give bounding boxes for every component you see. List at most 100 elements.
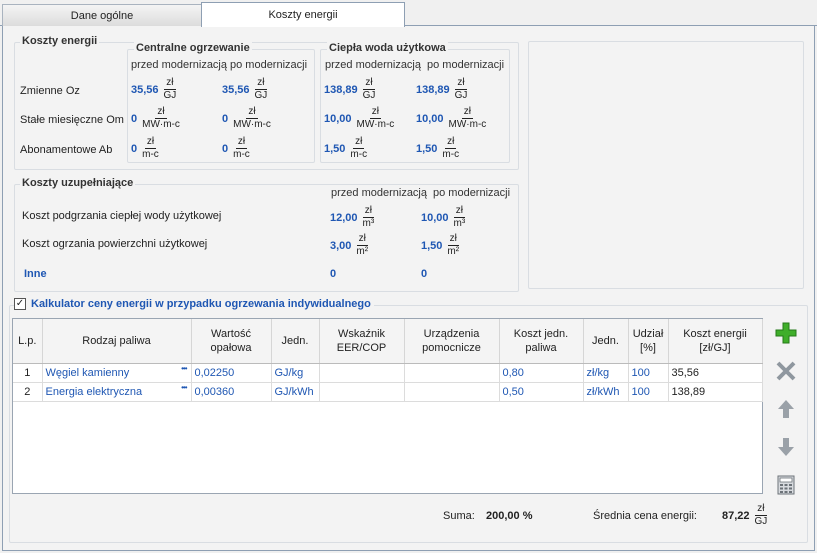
fuel-name: Energia elektryczna — [45, 385, 143, 398]
grid-cell-lp[interactable]: 1 — [13, 363, 43, 383]
grid-column-header[interactable]: Koszt jedn. paliwa — [499, 319, 584, 364]
grid-column-header[interactable]: Koszt energii [zł/GJ] — [668, 319, 763, 364]
cwu-przed-value[interactable]: 10,00 zł MW·m-c — [324, 107, 396, 130]
fuel-grid[interactable]: L.p. Rodzaj paliwa Wartość opałowa Jedn. Wsk… — [12, 318, 763, 494]
grid-cell-energia[interactable]: 138,89 — [668, 382, 763, 402]
cwu-po-value[interactable]: 1,50 zł m-c — [416, 137, 461, 160]
grid-column-header[interactable]: Wartość opałowa — [191, 319, 272, 364]
grid-cell-rodzaj[interactable]: Energia elektryczna ••• — [42, 382, 192, 402]
grid-cell-lp[interactable]: 2 — [13, 382, 43, 402]
unit-num: zł — [362, 205, 374, 218]
suma-value: 200,00 % — [486, 510, 533, 522]
unit-fraction: zł GJ — [453, 78, 470, 101]
tab-koszty-energii[interactable]: Koszty energii — [201, 2, 405, 27]
co-przed-header: przed modernizacją — [131, 59, 227, 71]
tab-label: Koszty energii — [268, 9, 338, 21]
grid-cell-wartosc[interactable]: 0,02250 — [191, 363, 272, 383]
uzup-po-value[interactable]: 1,50 zł m² — [421, 234, 461, 257]
uzup-row-label: Koszt ogrzania powierzchni użytkowej — [22, 238, 208, 250]
suma-label: Suma: — [443, 510, 475, 522]
value-number: 0 — [131, 142, 138, 155]
co-przed-value[interactable]: 0 zł MW·m-c — [131, 107, 182, 130]
unit-den: m³ — [362, 218, 375, 229]
grid-row[interactable]: 1 Węgiel kamienny ••• 0,02250 GJ/kg 0,80 zł/kg… — [13, 363, 763, 383]
value-number: 138,89 — [416, 83, 450, 96]
co-po-value[interactable]: 35,56 zł GJ — [222, 78, 269, 101]
grid-cell-urz[interactable] — [404, 382, 500, 402]
grid-column-header[interactable]: Jedn. — [583, 319, 629, 364]
kalkulator-checkbox-label[interactable]: Kalkulator ceny energii w przypadku ogrz… — [31, 298, 371, 310]
arrow-down-icon[interactable] — [773, 434, 799, 460]
x-icon[interactable] — [773, 358, 799, 384]
co-po-value[interactable]: 0 zł MW·m-c — [222, 107, 273, 130]
grid-cell-jedn[interactable]: GJ/kWh — [271, 382, 320, 402]
cwu-po-value[interactable]: 138,89 zł GJ — [416, 78, 469, 101]
unit-fraction: zł MW·m-c — [355, 107, 397, 130]
uzup-przed-value[interactable]: 0 — [330, 268, 339, 280]
ellipsis-button[interactable]: ••• — [181, 383, 187, 392]
cwu-po-header: po modernizacji — [427, 59, 505, 71]
arrow-up-icon[interactable] — [773, 396, 799, 422]
fuel-name: Węgiel kamienny — [45, 366, 130, 379]
grid-cell-jedn[interactable]: GJ/kg — [271, 363, 320, 383]
grid-cell-udzial[interactable]: 100 — [628, 363, 669, 383]
grid-cell-jedn2[interactable]: zł/kg — [583, 363, 629, 383]
uzup-przed-value[interactable]: 12,00 zł m³ — [330, 206, 376, 229]
unit-den: GJ — [754, 516, 768, 527]
grid-cell-energia[interactable]: 35,56 — [668, 363, 763, 383]
grid-cell-koszt[interactable]: 0,50 — [499, 382, 584, 402]
value-number: 10,00 — [416, 112, 444, 125]
unit-fraction: zł m-c — [440, 137, 461, 160]
value-number: 0 — [330, 268, 337, 280]
grid-cell-eer[interactable] — [319, 382, 405, 402]
grid-column-header[interactable]: L.p. — [13, 319, 43, 364]
cwu-przed-value[interactable]: 1,50 zł m-c — [324, 137, 369, 160]
cwu-przed-value[interactable]: 138,89 zł GJ — [324, 78, 377, 101]
unit-num: zł — [369, 106, 382, 119]
unit-num: zł — [461, 106, 474, 119]
grid-cell-urz[interactable] — [404, 363, 500, 383]
uzup-po-value[interactable]: 10,00 zł m³ — [421, 206, 467, 229]
value-number: 35,56 — [222, 83, 250, 96]
grid-cell-udzial[interactable]: 100 — [628, 382, 669, 402]
srednia-value: 87,22 zł GJ — [722, 504, 769, 527]
value-number: 1,50 — [421, 239, 443, 252]
grid-cell-wartosc[interactable]: 0,00360 — [191, 382, 272, 402]
grid-column-header[interactable]: Jedn. — [271, 319, 320, 364]
unit-fraction: zł m³ — [361, 206, 377, 229]
grid-column-header[interactable]: Udział [%] — [628, 319, 669, 364]
value-number: 1,50 — [324, 142, 346, 155]
unit-den: m² — [447, 246, 460, 257]
grid-column-header[interactable]: Wskaźnik EER/COP — [319, 319, 405, 364]
uzup-przed-value[interactable]: 3,00 zł m² — [330, 234, 370, 257]
uzup-row-label: Koszt podgrzania ciepłej wody użytkowej — [22, 210, 222, 222]
co-po-value[interactable]: 0 zł m-c — [222, 137, 252, 160]
unit-fraction: zł m-c — [140, 137, 161, 160]
co-przed-value[interactable]: 35,56 zł GJ — [131, 78, 178, 101]
unit-den: GJ — [454, 90, 468, 101]
unit-fraction: zł MW·m-c — [231, 107, 273, 130]
plus-icon[interactable] — [773, 320, 799, 346]
tab-dane-ogolne[interactable]: Dane ogólne — [2, 4, 202, 26]
koszty-uzup-title: Koszty uzupełniające — [20, 177, 136, 189]
grid-row[interactable]: 2 Energia elektryczna ••• 0,00360 GJ/kWh 0,50… — [13, 382, 763, 402]
cwu-po-value[interactable]: 10,00 zł MW·m-c — [416, 107, 488, 130]
co-przed-value[interactable]: 0 zł m-c — [131, 137, 161, 160]
unit-fraction: zł m-c — [231, 137, 252, 160]
unit-num: zł — [353, 136, 365, 149]
ellipsis-button[interactable]: ••• — [181, 364, 187, 373]
grid-cell-rodzaj[interactable]: Węgiel kamienny ••• — [42, 363, 192, 383]
grid-column-header[interactable]: Urządzenia pomocnicze — [404, 319, 500, 364]
unit-num: zł — [155, 106, 167, 119]
kalkulator-checkbox[interactable]: ✓ — [14, 298, 26, 310]
grid-cell-jedn2[interactable]: zł/kWh — [583, 382, 629, 402]
unit-num: zł — [144, 136, 157, 149]
uzup-po-value[interactable]: 0 — [421, 268, 430, 280]
grid-cell-koszt[interactable]: 0,80 — [499, 363, 584, 383]
unit-fraction: zł GJ — [253, 78, 270, 101]
grid-cell-eer[interactable] — [319, 363, 405, 383]
co-po-header: po modernizacji — [230, 59, 308, 71]
co-title: Centralne ogrzewanie — [134, 42, 252, 54]
calculator-icon[interactable] — [773, 472, 799, 498]
grid-column-header[interactable]: Rodzaj paliwa — [42, 319, 192, 364]
